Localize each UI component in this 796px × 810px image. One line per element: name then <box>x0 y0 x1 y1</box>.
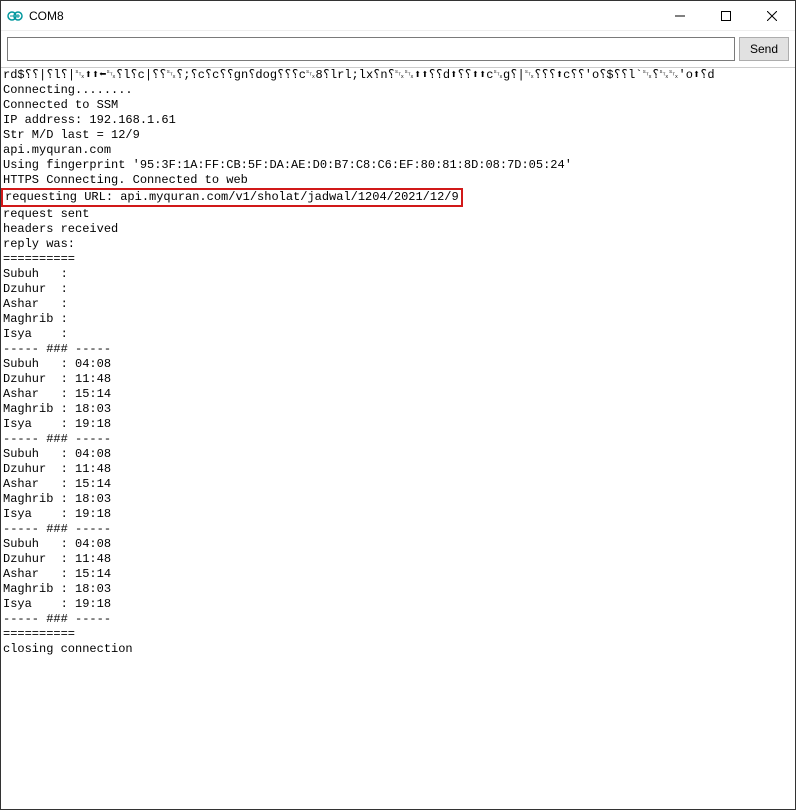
console-line: Ashar : 15:14 <box>1 477 795 492</box>
console-line: Subuh : 04:08 <box>1 357 795 372</box>
console-line: Maghrib : 18:03 <box>1 402 795 417</box>
console-line: Str M/D last = 12/9 <box>1 128 795 143</box>
serial-input[interactable] <box>7 37 735 61</box>
console-line: Isya : <box>1 327 795 342</box>
console-line: headers received <box>1 222 795 237</box>
console-line: Subuh : 04:08 <box>1 447 795 462</box>
console-line: Using fingerprint '95:3F:1A:FF:CB:5F:DA:… <box>1 158 795 173</box>
console-line: IP address: 192.168.1.61 <box>1 113 795 128</box>
console-line: Dzuhur : 11:48 <box>1 552 795 567</box>
console-line: Connecting........ <box>1 83 795 98</box>
console-line: HTTPS Connecting. Connected to web <box>1 173 795 188</box>
console-line: rd$⸮⸮|⸮l⸮|␂⬆⬆⬅␂⸮l⸮c|⸮⸮␂⸮;⸮c⸮c⸮⸮gn⸮dog⸮⸮⸮… <box>1 68 795 83</box>
console-line: Dzuhur : 11:48 <box>1 372 795 387</box>
highlight-annotation: requesting URL: api.myquran.com/v1/shola… <box>1 188 463 207</box>
title-bar: COM8 <box>1 1 795 31</box>
console-line: Isya : 19:18 <box>1 597 795 612</box>
console-line: Maghrib : <box>1 312 795 327</box>
close-button[interactable] <box>749 1 795 31</box>
console-line: Connected to SSM <box>1 98 795 113</box>
console-line: ----- ### ----- <box>1 342 795 357</box>
console-line-highlighted: requesting URL: api.myquran.com/v1/shola… <box>1 188 795 207</box>
send-button[interactable]: Send <box>739 37 789 61</box>
console-line: Subuh : <box>1 267 795 282</box>
console-line: Maghrib : 18:03 <box>1 492 795 507</box>
console-line: ========== <box>1 252 795 267</box>
console-line: request sent <box>1 207 795 222</box>
console-line: Maghrib : 18:03 <box>1 582 795 597</box>
console-line: ----- ### ----- <box>1 612 795 627</box>
console-line: Ashar : <box>1 297 795 312</box>
toolbar: Send <box>1 31 795 68</box>
console-line: api.myquran.com <box>1 143 795 158</box>
console-line: Subuh : 04:08 <box>1 537 795 552</box>
console-line: ----- ### ----- <box>1 432 795 447</box>
console-line: Ashar : 15:14 <box>1 567 795 582</box>
maximize-button[interactable] <box>703 1 749 31</box>
serial-console[interactable]: rd$⸮⸮|⸮l⸮|␂⬆⬆⬅␂⸮l⸮c|⸮⸮␂⸮;⸮c⸮c⸮⸮gn⸮dog⸮⸮⸮… <box>1 68 795 657</box>
arduino-icon <box>7 8 23 24</box>
console-line: Isya : 19:18 <box>1 507 795 522</box>
window-title: COM8 <box>29 9 64 23</box>
console-line: Dzuhur : 11:48 <box>1 462 795 477</box>
console-line: ----- ### ----- <box>1 522 795 537</box>
console-line: Dzuhur : <box>1 282 795 297</box>
console-line: Isya : 19:18 <box>1 417 795 432</box>
minimize-button[interactable] <box>657 1 703 31</box>
console-line: reply was: <box>1 237 795 252</box>
console-line: closing connection <box>1 642 795 657</box>
console-line: Ashar : 15:14 <box>1 387 795 402</box>
console-line: ========== <box>1 627 795 642</box>
